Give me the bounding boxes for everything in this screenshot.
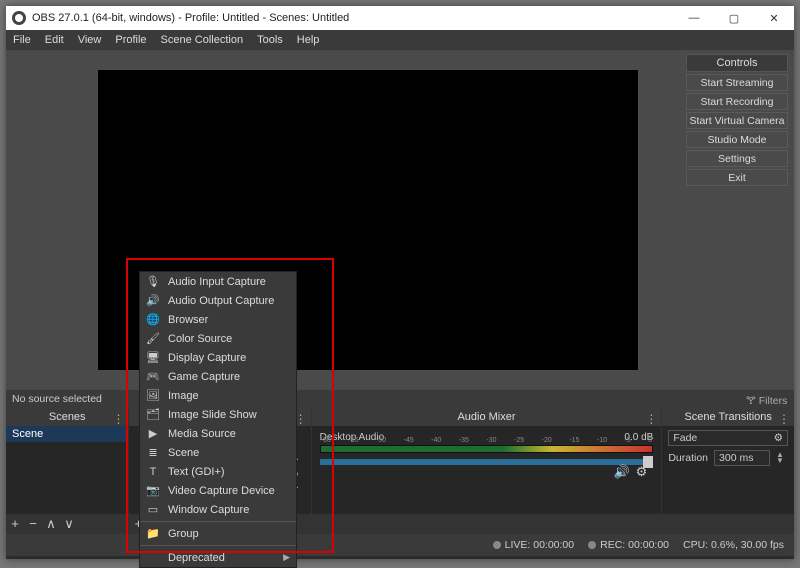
controls-header: Controls <box>686 54 788 72</box>
app-icon <box>12 11 26 25</box>
menu-video-capture-device[interactable]: 📷Video Capture Device <box>140 481 296 500</box>
menu-window-capture[interactable]: ▭Window Capture <box>140 500 296 519</box>
scene-up-button[interactable]: ∧ <box>42 514 60 534</box>
window-title: OBS 27.0.1 (64-bit, windows) - Profile: … <box>32 12 674 24</box>
start-virtual-camera-button[interactable]: Start Virtual Camera <box>686 112 788 129</box>
live-status: LIVE: 00:00:00 <box>505 539 574 551</box>
menu-file[interactable]: File <box>6 30 38 50</box>
add-source-menu: 🎙Audio Input Capture 🔊Audio Output Captu… <box>139 271 297 568</box>
menu-text-gdi[interactable]: TText (GDI+) <box>140 462 296 481</box>
scenes-panel: Scenes⋮ Scene + − ∧ ∨ <box>6 408 129 534</box>
menu-help[interactable]: Help <box>290 30 327 50</box>
menu-profile[interactable]: Profile <box>108 30 153 50</box>
duration-label: Duration <box>668 452 708 464</box>
titlebar: OBS 27.0.1 (64-bit, windows) - Profile: … <box>6 6 794 30</box>
status-bar: LIVE: 00:00:00 REC: 00:00:00 CPU: 0.6%, … <box>6 534 794 556</box>
folder-icon: 📁 <box>146 527 160 540</box>
image-icon: 🖼 <box>146 389 160 402</box>
text-icon: T <box>146 466 160 478</box>
menu-media-source[interactable]: ▶Media Source <box>140 424 296 443</box>
exit-button[interactable]: Exit <box>686 169 788 186</box>
menu-edit[interactable]: Edit <box>38 30 71 50</box>
menu-scene[interactable]: ≣Scene <box>140 443 296 462</box>
slideshow-icon: 🗂 <box>146 408 160 421</box>
track-settings-icon[interactable]: ⚙ <box>636 464 654 479</box>
window-icon: ▭ <box>146 503 160 516</box>
audio-meter: -60-55-50-45-40-35-30-25-20-15-10-50 <box>320 445 654 453</box>
menu-scene-collection[interactable]: Scene Collection <box>154 30 251 50</box>
menu-image[interactable]: 🖼Image <box>140 386 296 405</box>
cpu-status: CPU: 0.6%, 30.00 fps <box>683 539 784 551</box>
scenes-header: Scenes⋮ <box>6 408 128 426</box>
live-status-icon <box>493 541 501 549</box>
preview-area[interactable] <box>6 50 686 390</box>
menu-audio-input-capture[interactable]: 🎙Audio Input Capture <box>140 272 296 291</box>
menu-color-source[interactable]: 🖌Color Source <box>140 329 296 348</box>
menu-deprecated[interactable]: Deprecated▶ <box>140 548 296 567</box>
menu-separator <box>140 521 296 522</box>
scene-down-button[interactable]: ∨ <box>60 514 78 534</box>
scene-item[interactable]: Scene <box>6 426 128 442</box>
volume-slider[interactable] <box>320 459 654 465</box>
transitions-header: Scene Transitions⋮ <box>662 408 794 426</box>
transitions-panel: Scene Transitions⋮ Fade ⚙ Duration 300 m… <box>662 408 794 534</box>
filters-button[interactable]: 🝖 Filters <box>746 388 794 410</box>
menu-view[interactable]: View <box>71 30 109 50</box>
mixer-header: Audio Mixer⋮ <box>312 408 662 426</box>
menu-browser[interactable]: 🌐Browser <box>140 310 296 329</box>
brush-icon: 🖌 <box>146 332 160 345</box>
menu-tools[interactable]: Tools <box>250 30 290 50</box>
duration-spinner[interactable]: ▲▼ <box>776 452 788 464</box>
menu-separator <box>140 545 296 546</box>
studio-mode-button[interactable]: Studio Mode <box>686 131 788 148</box>
gamepad-icon: 🎮 <box>146 370 160 383</box>
no-source-label: No source selected <box>6 393 746 405</box>
audio-mixer-panel: Audio Mixer⋮ Desktop Audio 0.0 dB -60-55… <box>312 408 663 534</box>
speaker-icon: 🔊 <box>146 294 160 307</box>
minimize-button[interactable]: — <box>674 6 714 30</box>
rec-status: REC: 00:00:00 <box>600 539 669 551</box>
controls-panel: Controls Start Streaming Start Recording… <box>686 50 794 390</box>
menu-game-capture[interactable]: 🎮Game Capture <box>140 367 296 386</box>
maximize-button[interactable]: ▢ <box>714 6 754 30</box>
monitor-icon: 🖥 <box>146 351 160 364</box>
play-icon: ▶ <box>146 427 160 440</box>
globe-icon: 🌐 <box>146 313 160 326</box>
mic-icon: 🎙 <box>146 275 160 288</box>
menu-image-slide-show[interactable]: 🗂Image Slide Show <box>140 405 296 424</box>
menu-display-capture[interactable]: 🖥Display Capture <box>140 348 296 367</box>
start-streaming-button[interactable]: Start Streaming <box>686 74 788 91</box>
menu-audio-output-capture[interactable]: 🔊Audio Output Capture <box>140 291 296 310</box>
list-icon: ≣ <box>146 446 160 459</box>
rec-status-icon <box>588 541 596 549</box>
scene-remove-button[interactable]: − <box>24 514 42 534</box>
gear-icon[interactable]: ⚙ <box>774 432 783 444</box>
submenu-arrow-icon: ▶ <box>283 552 290 563</box>
scenes-toolbar: + − ∧ ∨ <box>6 514 128 534</box>
mute-icon[interactable]: 🔊 <box>613 464 635 479</box>
settings-button[interactable]: Settings <box>686 150 788 167</box>
menu-group[interactable]: 📁Group <box>140 524 296 543</box>
start-recording-button[interactable]: Start Recording <box>686 93 788 110</box>
transition-select[interactable]: Fade ⚙ <box>668 430 788 446</box>
close-button[interactable]: ✕ <box>754 6 794 30</box>
camera-icon: 📷 <box>146 484 160 497</box>
duration-input[interactable]: 300 ms <box>714 450 770 466</box>
menu-bar: File Edit View Profile Scene Collection … <box>6 30 794 50</box>
scene-add-button[interactable]: + <box>6 514 24 534</box>
